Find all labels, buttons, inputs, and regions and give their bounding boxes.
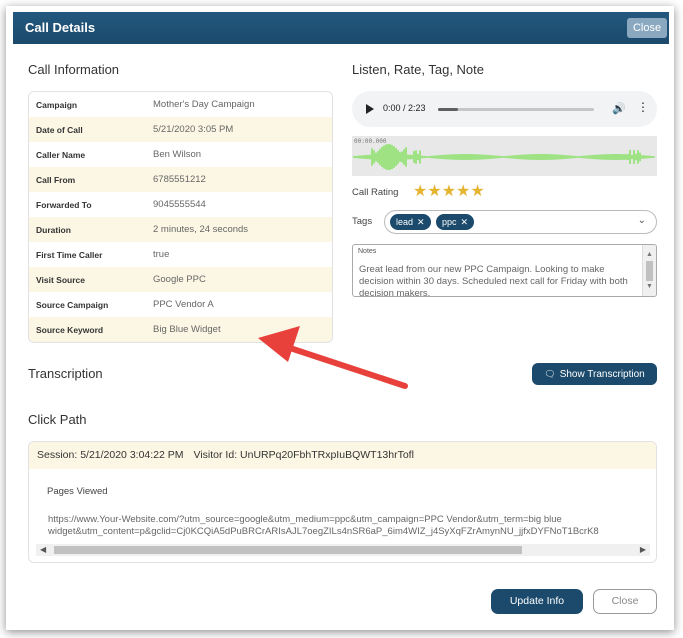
info-value: Mother's Day Campaign <box>153 99 255 110</box>
remove-tag-icon[interactable]: ✕ <box>461 217 469 227</box>
info-value: PPC Vendor A <box>153 299 214 310</box>
audio-player: 0:00 / 2:23 🔊 ⋮ <box>352 91 657 127</box>
click-path-heading: Click Path <box>28 412 87 427</box>
update-info-button[interactable]: Update Info <box>491 589 583 614</box>
info-label: Visit Source <box>36 274 85 285</box>
info-label: Source Campaign <box>36 299 109 310</box>
call-information-heading: Call Information <box>28 62 120 77</box>
info-row-source-keyword: Source Keyword Big Blue Widget <box>29 317 332 342</box>
info-row-date-of-call: Date of Call 5/21/2020 3:05 PM <box>29 117 332 142</box>
info-value: 2 minutes, 24 seconds <box>153 224 249 235</box>
player-time: 0:00 / 2:23 <box>383 103 426 113</box>
info-row-first-time-caller: First Time Caller true <box>29 242 332 267</box>
audio-seek-progress <box>438 108 459 111</box>
transcription-heading: Transcription <box>28 366 103 381</box>
play-icon[interactable] <box>366 104 374 114</box>
call-rating-label: Call Rating <box>352 187 399 198</box>
tags-select[interactable]: lead ✕ ppc ✕ ⌄ <box>384 210 657 234</box>
footer-close-button[interactable]: Close <box>593 589 657 614</box>
tag-label: lead <box>396 217 414 227</box>
page-url[interactable]: https://www.Your-Website.com/?utm_source… <box>48 514 650 538</box>
info-label: Date of Call <box>36 124 83 135</box>
waveform[interactable]: 00:00.000 <box>352 136 657 176</box>
dialog-title: Call Details <box>25 20 96 35</box>
scroll-thumb[interactable] <box>54 546 522 554</box>
waveform-timestamp: 00:00.000 <box>354 138 387 145</box>
scroll-left-icon[interactable]: ◀ <box>40 545 46 554</box>
info-row-visit-source: Visit Source Google PPC <box>29 267 332 292</box>
click-path-panel: Session: 5/21/2020 3:04:22 PM Visitor Id:… <box>28 441 657 563</box>
info-value: Big Blue Widget <box>153 324 221 335</box>
header-close-button[interactable]: Close <box>627 18 667 38</box>
call-info-table: Campaign Mother's Day Campaign Date of Ca… <box>28 91 333 343</box>
info-label: Call From <box>36 174 76 185</box>
scroll-down-icon[interactable]: ▼ <box>646 283 653 290</box>
waveform-graph <box>353 144 655 170</box>
horizontal-scrollbar[interactable]: ◀ ▶ <box>36 544 650 556</box>
notes-text[interactable]: Great lead from our new PPC Campaign. Lo… <box>359 264 641 296</box>
show-transcription-label: Show Transcription <box>559 369 645 380</box>
volume-icon[interactable]: 🔊 <box>612 102 626 115</box>
show-transcription-button[interactable]: 🗨 Show Transcription <box>532 363 657 385</box>
info-value: true <box>153 249 170 260</box>
notes-scrollbar[interactable]: ▲ ▼ <box>642 245 656 296</box>
info-label: Campaign <box>36 99 78 110</box>
info-value: 5/21/2020 3:05 PM <box>153 124 234 135</box>
info-label: Source Keyword <box>36 324 104 335</box>
visitor-id: Visitor Id: UnURPq20FbhTRxpIuBQWT13hrTof… <box>193 449 414 461</box>
chat-icon: 🗨 <box>544 369 556 379</box>
more-options-icon[interactable]: ⋮ <box>637 100 649 114</box>
dialog-titlebar: Call Details Close <box>13 12 669 44</box>
info-value: Ben Wilson <box>153 149 202 160</box>
tags-label: Tags <box>352 216 373 227</box>
scroll-thumb[interactable] <box>646 261 653 281</box>
info-row-caller-name: Caller Name Ben Wilson <box>29 142 332 167</box>
scroll-right-icon[interactable]: ▶ <box>640 545 646 554</box>
listen-rate-tag-note-heading: Listen, Rate, Tag, Note <box>352 62 485 77</box>
info-value: 9045555544 <box>153 199 206 210</box>
info-label: Duration <box>36 224 71 235</box>
tag-label: ppc <box>442 217 457 227</box>
info-row-forwarded-to: Forwarded To 9045555544 <box>29 192 332 217</box>
notes-field[interactable]: Notes Great lead from our new PPC Campai… <box>352 244 657 297</box>
tag-chip-ppc: ppc ✕ <box>436 214 475 230</box>
remove-tag-icon[interactable]: ✕ <box>417 217 425 227</box>
tag-chip-lead: lead ✕ <box>390 214 431 230</box>
info-label: Forwarded To <box>36 199 92 210</box>
session-header: Session: 5/21/2020 3:04:22 PM Visitor Id:… <box>29 442 656 469</box>
info-row-source-campaign: Source Campaign PPC Vendor A <box>29 292 332 317</box>
star-rating[interactable]: ★★★★★ <box>413 181 485 201</box>
pages-viewed-label: Pages Viewed <box>47 486 108 497</box>
scroll-up-icon[interactable]: ▲ <box>646 251 653 258</box>
info-value: 6785551212 <box>153 174 206 185</box>
session-info: Session: 5/21/2020 3:04:22 PM <box>37 449 184 461</box>
info-row-campaign: Campaign Mother's Day Campaign <box>29 92 332 117</box>
chevron-down-icon[interactable]: ⌄ <box>638 215 646 226</box>
notes-label: Notes <box>358 248 377 255</box>
audio-seek-bar[interactable] <box>438 108 594 111</box>
info-label: Caller Name <box>36 149 86 160</box>
info-value: Google PPC <box>153 274 206 285</box>
info-label: First Time Caller <box>36 249 103 260</box>
info-row-duration: Duration 2 minutes, 24 seconds <box>29 217 332 242</box>
info-row-call-from: Call From 6785551212 <box>29 167 332 192</box>
